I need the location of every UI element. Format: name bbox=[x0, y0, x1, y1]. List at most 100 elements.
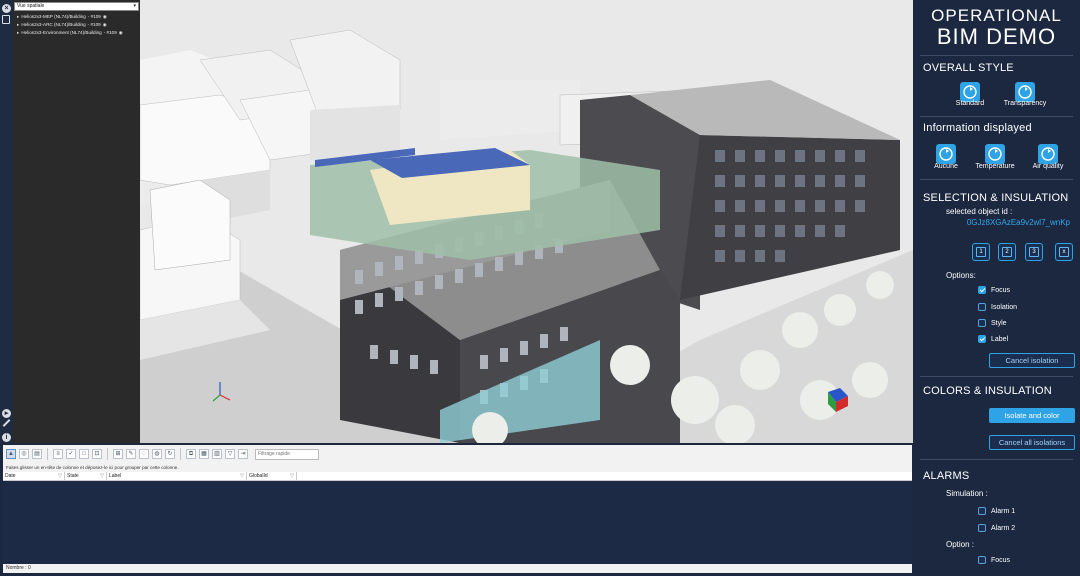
alarm-2-checkbox[interactable] bbox=[978, 524, 986, 532]
selection-button-label: 1 bbox=[976, 247, 986, 257]
eye-icon[interactable]: ◉ bbox=[119, 29, 123, 37]
section-heading-selection: SELECTION & INSULATION bbox=[923, 192, 1069, 204]
info-temperature-button[interactable] bbox=[985, 144, 1005, 164]
sort-icon[interactable]: ≡ bbox=[53, 449, 63, 459]
divider bbox=[920, 459, 1073, 460]
paste-icon[interactable]: ▦ bbox=[199, 449, 209, 459]
selection-button-2[interactable]: 2 bbox=[998, 243, 1016, 261]
divider bbox=[920, 179, 1073, 180]
app-root: × ▸ i Vue spatiale ▾ ▸ Helios2x3-MEP (NL74… bbox=[0, 0, 1080, 576]
selection-clear-button[interactable]: x bbox=[1055, 243, 1073, 261]
show-icon[interactable]: ◍ bbox=[152, 449, 162, 459]
divider bbox=[920, 55, 1073, 56]
close-icon[interactable]: × bbox=[2, 4, 11, 13]
refresh-icon bbox=[963, 85, 977, 99]
columns-icon[interactable]: ▥ bbox=[212, 449, 222, 459]
info-icon[interactable]: i bbox=[2, 433, 11, 442]
app-title-line1: OPERATIONAL bbox=[931, 6, 1062, 25]
hide-icon[interactable]: ◌ bbox=[139, 449, 149, 459]
edit-icon[interactable]: ✎ bbox=[126, 449, 136, 459]
toolbar-divider bbox=[180, 448, 181, 460]
grid-header: Date ▽ State ▽ Label ▽ GlobalId ▽ bbox=[3, 472, 912, 481]
spatial-tree-panel: Vue spatiale ▾ ▸ Helios2x3-MEP (NL74)/Buil… bbox=[13, 0, 140, 443]
section-heading-alarms: ALARMS bbox=[923, 470, 970, 482]
label-checkbox[interactable] bbox=[978, 335, 986, 343]
copy-icon[interactable]: ⧉ bbox=[186, 449, 196, 459]
cancel-isolation-button[interactable]: Cancel isolation bbox=[989, 353, 1075, 368]
isolate-and-color-button[interactable]: Isolate and color bbox=[989, 408, 1075, 423]
quick-filter-input[interactable]: Filtrage rapide bbox=[255, 448, 319, 460]
refresh-icon bbox=[1041, 147, 1055, 161]
column-header-label: State bbox=[67, 473, 79, 479]
alarm-focus-checkbox[interactable] bbox=[978, 556, 986, 564]
target-icon[interactable]: ◎ bbox=[19, 449, 29, 459]
3d-viewport[interactable] bbox=[140, 0, 913, 443]
export-icon[interactable]: ⇥ bbox=[238, 449, 248, 459]
select-icon[interactable]: □ bbox=[79, 449, 89, 459]
column-header-label: Date bbox=[5, 473, 16, 479]
tree-item-label: Helios2x3-MEP (NL74)/Building bbox=[21, 14, 86, 19]
grid-icon[interactable]: ⊞ bbox=[113, 449, 123, 459]
refresh-icon bbox=[1018, 85, 1032, 99]
bell-icon[interactable]: ▲ bbox=[6, 449, 16, 459]
column-header-label[interactable]: Label ▽ bbox=[107, 472, 247, 480]
focus-checkbox[interactable] bbox=[978, 286, 986, 294]
info-none-button[interactable] bbox=[936, 144, 956, 164]
toolbar-divider bbox=[107, 448, 108, 460]
info-air-quality-button[interactable] bbox=[1038, 144, 1058, 164]
filter-icon[interactable]: ▽ bbox=[290, 472, 294, 481]
pen-icon[interactable] bbox=[2, 419, 11, 427]
style-checkbox[interactable] bbox=[978, 319, 986, 327]
column-header-date[interactable]: Date ▽ bbox=[3, 472, 65, 480]
layers-icon[interactable]: ▤ bbox=[32, 449, 42, 459]
tree-item[interactable]: ▸ Helios2x3-ARC (NL74)/Building - #109 ◉ bbox=[13, 21, 140, 29]
style-transparency-button[interactable] bbox=[1015, 82, 1035, 102]
alarm-1-label: Alarm 1 bbox=[991, 508, 1016, 515]
filter-icon[interactable]: ▽ bbox=[240, 472, 244, 481]
document-icon[interactable] bbox=[2, 15, 10, 24]
selection-button-1[interactable]: 1 bbox=[972, 243, 990, 261]
tree-item[interactable]: ▸ Helios2x3-MEP (NL74)/Building - #109 ◉ bbox=[13, 13, 140, 21]
expand-icon[interactable]: ▸ bbox=[17, 29, 19, 37]
column-header-state[interactable]: State ▽ bbox=[65, 472, 107, 480]
eye-icon[interactable]: ◉ bbox=[103, 21, 107, 29]
grid-toolbar: ▲ ◎ ▤ ≡ ✓ □ ⊡ ⊞ ✎ ◌ ◍ ↻ ⧉ ▦ ▥ ▽ ⇥ Filtra… bbox=[3, 445, 912, 463]
selection-button-label: x bbox=[1059, 247, 1069, 257]
info-temperature-label: Temperature bbox=[975, 163, 1015, 170]
label-option-label: Label bbox=[991, 336, 1009, 343]
selected-object-label: selected object id : bbox=[946, 207, 1013, 216]
info-air-quality-label: Air quality bbox=[1032, 163, 1064, 170]
eye-icon[interactable]: ◉ bbox=[103, 13, 107, 21]
column-header-globalid[interactable]: GlobalId ▽ bbox=[247, 472, 297, 480]
expand-icon[interactable]: ▸ bbox=[17, 13, 19, 21]
chevron-down-icon: ▾ bbox=[133, 3, 136, 9]
section-heading-overall-style: OVERALL STYLE bbox=[923, 62, 1014, 74]
filter-icon[interactable]: ▽ bbox=[100, 472, 104, 481]
alarm-1-checkbox[interactable] bbox=[978, 507, 986, 515]
column-header-label: GlobalId bbox=[249, 473, 268, 479]
selection-button-3[interactable]: 3 bbox=[1025, 243, 1043, 261]
filter-icon[interactable]: ▽ bbox=[225, 449, 235, 459]
isolation-checkbox[interactable] bbox=[978, 303, 986, 311]
filter-icon[interactable]: ▽ bbox=[58, 472, 62, 481]
tree-item-count: - #109 bbox=[103, 30, 117, 35]
style-standard-label: Standard bbox=[955, 100, 985, 107]
alarm-2-label: Alarm 2 bbox=[991, 525, 1016, 532]
view-dropdown[interactable]: Vue spatiale ▾ bbox=[14, 2, 139, 11]
style-standard-button[interactable] bbox=[960, 82, 980, 102]
selected-object-id: 0GJz8XGAzEa9v2wl7_wnKp bbox=[966, 218, 1070, 227]
expand-icon[interactable]: ▸ bbox=[17, 21, 19, 29]
check-icon[interactable]: ✓ bbox=[66, 449, 76, 459]
tree-item[interactable]: ▸ Helios2x3-Environment (NL74)/Building - … bbox=[13, 29, 140, 37]
divider bbox=[920, 376, 1073, 377]
play-icon[interactable]: ▸ bbox=[2, 409, 11, 418]
app-title: OPERATIONAL BIM DEMO bbox=[913, 6, 1080, 49]
section-heading-colors: COLORS & INSULATION bbox=[923, 385, 1052, 397]
tree-item-label: Helios2x3-ARC (NL74)/Building bbox=[21, 22, 86, 27]
alarm-grid[interactable]: Date ▽ State ▽ Label ▽ GlobalId ▽ bbox=[3, 472, 912, 564]
focus-icon[interactable]: ⊡ bbox=[92, 449, 102, 459]
cancel-all-isolations-button[interactable]: Cancel all isolations bbox=[989, 435, 1075, 450]
refresh-icon bbox=[988, 147, 1002, 161]
column-header-label: Label bbox=[109, 473, 122, 479]
refresh-icon[interactable]: ↻ bbox=[165, 449, 175, 459]
